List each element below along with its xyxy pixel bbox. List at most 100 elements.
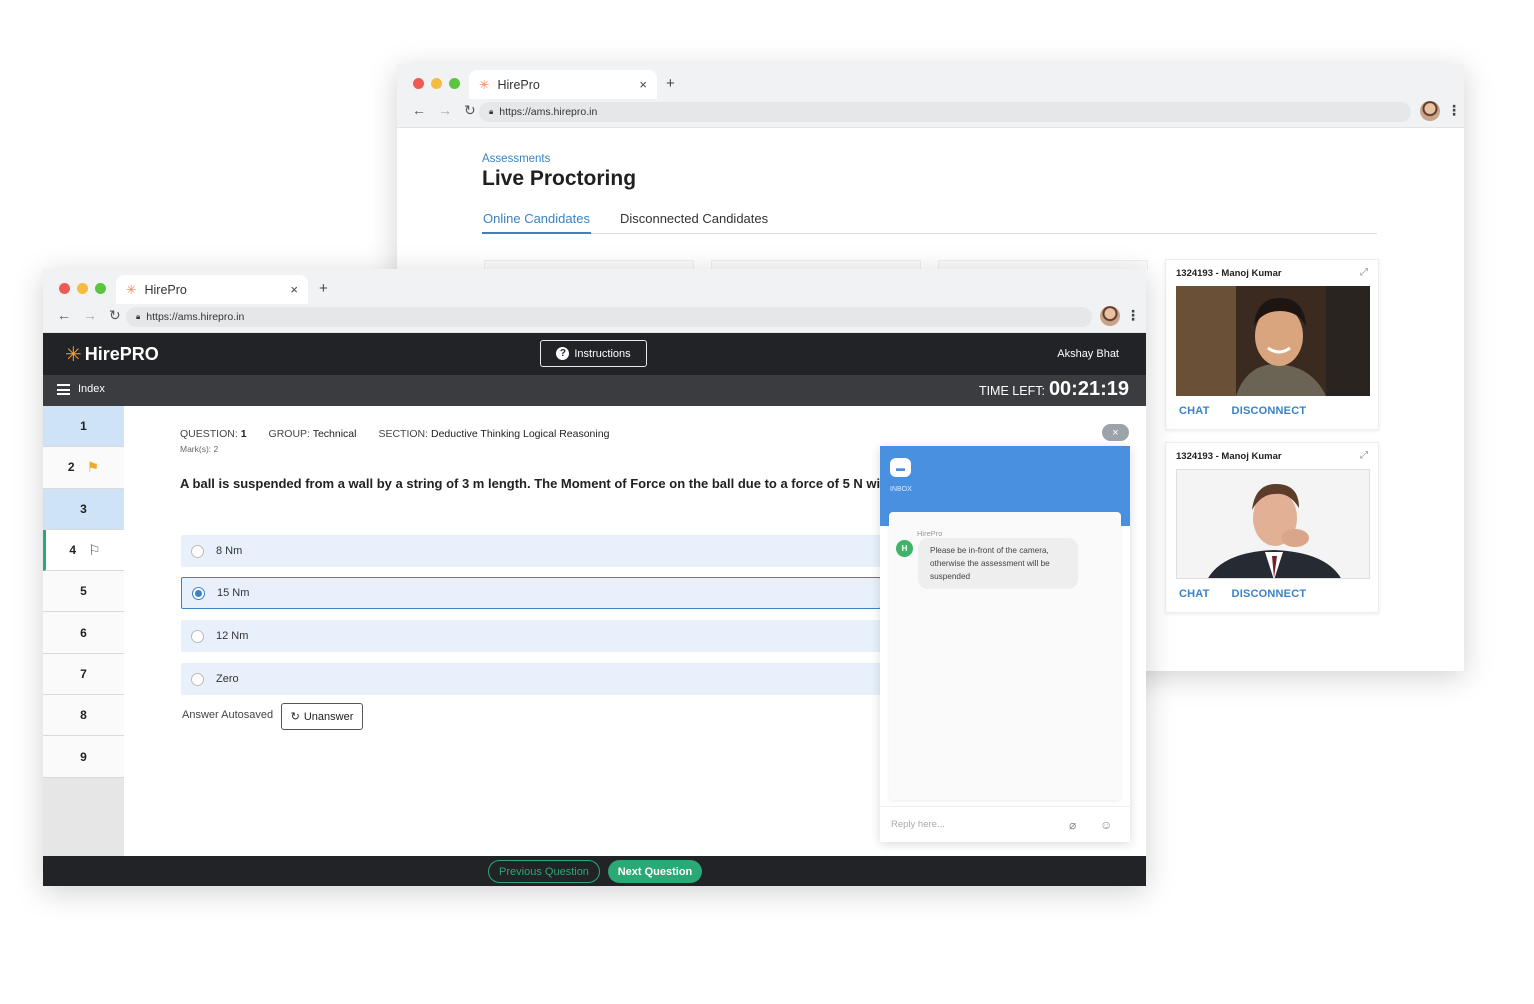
option-label: 15 Nm	[217, 587, 250, 599]
close-tab-icon[interactable]: ×	[639, 77, 647, 92]
question-nav-item[interactable]: 7	[43, 653, 124, 696]
inbox-label: INBOX	[890, 486, 912, 493]
sub-header: Index TIME LEFT: 00:21:19	[43, 375, 1146, 406]
previous-question-button[interactable]: Previous Question	[488, 860, 600, 883]
candidate-tabs: Online Candidates Disconnected Candidate…	[482, 211, 1377, 234]
emoji-icon[interactable]: ☺	[1100, 818, 1112, 832]
flag-outline-icon[interactable]: ⚐	[88, 542, 101, 559]
maximize-window-button[interactable]	[449, 78, 460, 89]
window-controls	[413, 78, 460, 89]
chat-panel: ▬ INBOX HirePro H Please be in-front of …	[880, 446, 1130, 842]
browser-tab[interactable]: ✳ HirePro ×	[469, 70, 657, 99]
candidate-card: 1324193 - Manoj Kumar ⤢ CHAT DISCONNECT	[1165, 442, 1379, 613]
question-meta-group: GROUP: Technical	[269, 428, 357, 440]
question-nav-item[interactable]: 4 ⚐	[43, 529, 124, 572]
hirepro-star-icon: ✳	[65, 344, 82, 366]
answer-option[interactable]: Zero	[181, 663, 881, 695]
page-title: Live Proctoring	[482, 167, 637, 190]
address-bar[interactable]: 🔒︎ https://ams.hirepro.in	[479, 102, 1411, 122]
reload-icon[interactable]: ↻	[109, 307, 121, 324]
forward-arrow-icon[interactable]: →	[438, 102, 452, 119]
answer-option[interactable]: 8 Nm	[181, 535, 881, 567]
question-nav-item[interactable]: 9	[43, 736, 124, 778]
option-label: 12 Nm	[216, 630, 249, 642]
radio-button[interactable]	[191, 544, 204, 558]
question-number: 9	[80, 749, 87, 764]
address-bar[interactable]: 🔒︎ https://ams.hirepro.in	[126, 307, 1092, 327]
candidate-actions: CHAT DISCONNECT	[1179, 588, 1306, 600]
expand-icon[interactable]: ⤢	[1360, 450, 1368, 461]
unanswer-label: Unanswer	[303, 710, 354, 723]
unanswer-button[interactable]: ↻ Unanswer	[281, 703, 363, 730]
menu-kebab-icon[interactable]: ⋮	[1126, 307, 1140, 324]
radio-button[interactable]	[192, 586, 205, 600]
question-nav-item[interactable]: 3	[43, 488, 124, 530]
app-header: ✳ HirePRO ? Instructions Akshay Bhat	[43, 333, 1146, 375]
forward-arrow-icon[interactable]: →	[83, 307, 97, 324]
question-nav-item[interactable]: 2 ⚑	[43, 447, 124, 489]
profile-avatar[interactable]	[1100, 306, 1120, 326]
answer-option[interactable]: 12 Nm	[181, 620, 881, 652]
chat-message: Please be in-front of the camera, otherw…	[918, 538, 1078, 589]
close-tab-icon[interactable]: ×	[290, 282, 298, 297]
browser-chrome: ✳ HirePro × + ← → ↻ 🔒︎ https://ams.hirep…	[43, 269, 1146, 333]
reply-input[interactable]: Reply here... ⌀ ☺	[880, 806, 1130, 842]
radio-button[interactable]	[191, 629, 204, 643]
attach-icon[interactable]: ⌀	[1069, 818, 1076, 832]
candidate-video	[1176, 286, 1370, 396]
radio-button[interactable]	[191, 672, 204, 686]
close-window-button[interactable]	[59, 283, 70, 294]
reload-icon[interactable]: ↻	[464, 102, 476, 119]
candidate-video	[1176, 469, 1370, 579]
disconnect-button[interactable]: DISCONNECT	[1232, 588, 1307, 600]
logo-text: HirePRO	[84, 344, 159, 364]
close-chat-button[interactable]: ×	[1102, 424, 1129, 441]
meta-value: Deductive Thinking Logical Reasoning	[430, 428, 610, 440]
breadcrumb[interactable]: Assessments	[482, 153, 550, 165]
browser-tab[interactable]: ✳ HirePro ×	[116, 275, 308, 304]
profile-avatar[interactable]	[1420, 101, 1440, 121]
question-nav-item[interactable]: 1	[43, 406, 124, 448]
tab-title: HirePro	[497, 77, 540, 92]
flag-icon: ⚑	[86, 458, 100, 475]
browser-chrome: ✳ HirePro × + ← → ↻ 🔒︎ https://ams.hirep…	[397, 64, 1464, 128]
chat-button[interactable]: CHAT	[1179, 588, 1210, 600]
instructions-button[interactable]: ? Instructions	[540, 340, 647, 367]
tab-online-candidates[interactable]: Online Candidates	[482, 211, 591, 234]
user-name: Akshay Bhat	[1057, 348, 1119, 360]
next-question-button[interactable]: Next Question	[608, 860, 702, 883]
chat-messages: HirePro H Please be in-front of the came…	[889, 512, 1121, 800]
disconnect-button[interactable]: DISCONNECT	[1232, 405, 1307, 417]
tab-disconnected-candidates[interactable]: Disconnected Candidates	[619, 211, 769, 233]
question-number: 7	[80, 666, 87, 681]
minimize-window-button[interactable]	[77, 283, 88, 294]
minimize-window-button[interactable]	[431, 78, 442, 89]
question-nav-item[interactable]: 6	[43, 612, 124, 654]
question-nav-item[interactable]: 8	[43, 695, 124, 737]
new-tab-button[interactable]: +	[319, 280, 328, 297]
question-number: 1	[80, 419, 87, 434]
maximize-window-button[interactable]	[95, 283, 106, 294]
expand-icon[interactable]: ⤢	[1360, 267, 1368, 278]
question-nav-item[interactable]: 5	[43, 571, 124, 613]
nav-buttons: ← → ↻	[57, 307, 121, 324]
undo-icon: ↻	[290, 711, 300, 723]
autosave-status: Answer Autosaved	[182, 709, 274, 721]
chat-button[interactable]: CHAT	[1179, 405, 1210, 417]
back-arrow-icon[interactable]: ←	[57, 307, 71, 324]
hirepro-favicon-icon: ✳	[479, 78, 490, 92]
message-sender: HirePro	[917, 529, 943, 538]
close-window-button[interactable]	[413, 78, 424, 89]
back-arrow-icon[interactable]: ←	[412, 102, 426, 119]
new-tab-button[interactable]: +	[666, 75, 675, 92]
window-controls	[59, 283, 106, 294]
answer-option[interactable]: 15 Nm	[181, 577, 881, 609]
menu-kebab-icon[interactable]: ⋮	[1447, 102, 1461, 119]
option-label: Zero	[216, 673, 239, 685]
assessment-window: ✳ HirePro × + ← → ↻ 🔒︎ https://ams.hirep…	[43, 269, 1146, 886]
hamburger-icon[interactable]	[57, 384, 70, 395]
index-label[interactable]: Index	[78, 383, 105, 395]
time-left-label: TIME LEFT:	[978, 384, 1045, 398]
tab-title: HirePro	[144, 282, 187, 297]
question-footer: Previous Question Next Question	[43, 856, 1146, 886]
